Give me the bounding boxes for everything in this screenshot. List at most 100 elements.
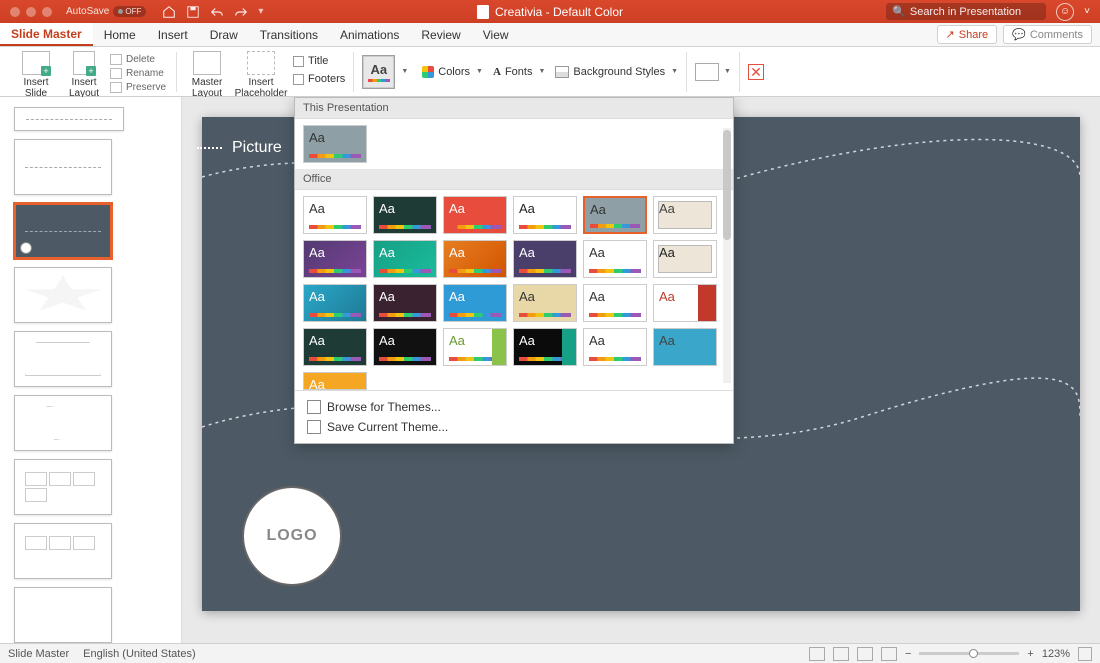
theme-tile[interactable]: Aa [373,284,437,322]
normal-view-button[interactable] [809,647,825,661]
theme-tile[interactable]: Aa [653,328,717,366]
minimize-window-icon[interactable] [26,7,36,17]
theme-tile[interactable]: Aa [303,125,367,163]
tab-animations[interactable]: Animations [329,23,410,46]
theme-tile[interactable]: Aa [373,240,437,278]
theme-tile[interactable]: Aa [513,284,577,322]
close-master-button[interactable]: ✕ [748,64,764,80]
fonts-dropdown[interactable]: AFonts▼ [493,66,545,78]
zoom-in-button[interactable]: + [1027,648,1033,660]
theme-tile[interactable]: Aa [303,328,367,366]
share-button[interactable]: ↗Share [937,25,998,44]
background-styles-dropdown[interactable]: Background Styles▼ [555,66,678,78]
save-theme-button[interactable]: Save Current Theme... [295,417,733,437]
slide-size-dropdown[interactable]: ▼ [695,63,731,81]
folder-icon [307,400,321,414]
fit-to-window-button[interactable] [1078,647,1092,661]
theme-tile[interactable]: Aa [583,328,647,366]
delete-button[interactable]: Delete [108,53,168,66]
theme-tile[interactable]: Aa [513,240,577,278]
background-icon [555,66,569,78]
insert-layout-button[interactable]: + Insert Layout [64,51,104,99]
theme-tile[interactable]: Aa [303,240,367,278]
autosave-toggle[interactable]: AutoSave OFF [66,6,146,17]
themes-dropdown-panel: This Presentation Aa Office AaAaAaAaAaAa… [294,97,734,444]
section-this-presentation: This Presentation [295,98,733,119]
theme-tile[interactable]: Aa [303,196,367,234]
master-thumbnail[interactable] [0,103,181,135]
theme-tile[interactable]: Aa [443,284,507,322]
theme-tile[interactable]: Aa [513,328,577,366]
tab-insert[interactable]: Insert [147,23,199,46]
theme-tile[interactable]: Aa [303,372,367,390]
colors-dropdown[interactable]: Colors▼ [422,66,483,78]
theme-tile[interactable]: Aa [583,284,647,322]
themes-gallery-button[interactable]: Aa [362,55,395,89]
theme-tile[interactable]: Aa [443,196,507,234]
dropdown-scrollbar[interactable] [723,128,731,383]
theme-tile[interactable]: Aa [653,196,717,234]
ribbon-tabs: Slide MasterHomeInsertDrawTransitionsAni… [0,23,1100,47]
footers-checkbox[interactable]: Footers [293,73,345,85]
theme-tile[interactable]: Aa [373,328,437,366]
save-icon[interactable] [186,5,200,19]
theme-tile[interactable]: Aa [583,240,647,278]
slideshow-view-button[interactable] [881,647,897,661]
picture-placeholder-label[interactable]: Picture [232,139,282,157]
layout-thumbnail[interactable] [0,391,181,455]
rename-button[interactable]: Rename [108,67,168,80]
status-bar: Slide Master English (United States) − +… [0,643,1100,663]
zoom-out-button[interactable]: − [905,648,911,660]
tab-slide-master[interactable]: Slide Master [0,23,93,46]
slide-canvas-area[interactable]: Picture LOGO This Presentation Aa Office… [182,97,1100,643]
layout-thumbnail[interactable] [0,519,181,583]
theme-tile[interactable]: Aa [303,284,367,322]
home-icon[interactable] [162,5,176,19]
workspace: Picture LOGO This Presentation Aa Office… [0,97,1100,643]
insert-placeholder-button[interactable]: Insert Placeholder [233,51,289,99]
theme-tile[interactable]: Aa [653,284,717,322]
layout-thumbnail[interactable] [0,263,181,327]
theme-tile[interactable]: Aa [653,240,717,278]
zoom-slider[interactable] [919,652,1019,655]
tab-home[interactable]: Home [93,23,147,46]
colors-icon [422,66,434,78]
layout-thumbnail[interactable] [0,327,181,391]
slide-thumbnails-pane[interactable] [0,97,182,643]
sorter-view-button[interactable] [833,647,849,661]
tab-draw[interactable]: Draw [199,23,249,46]
tab-transitions[interactable]: Transitions [249,23,329,46]
theme-tile[interactable]: Aa [373,196,437,234]
browse-themes-button[interactable]: Browse for Themes... [295,397,733,417]
status-language[interactable]: English (United States) [83,648,196,660]
theme-tile[interactable]: Aa [513,196,577,234]
search-icon: 🔍 [892,5,906,18]
theme-tile[interactable]: Aa [443,328,507,366]
reading-view-button[interactable] [857,647,873,661]
tab-view[interactable]: View [472,23,520,46]
chevron-down-icon[interactable]: ▼ [401,68,408,75]
title-checkbox[interactable]: Title [293,55,345,67]
undo-icon[interactable] [210,5,224,19]
layout-thumbnail[interactable] [0,583,181,643]
status-view-label: Slide Master [8,648,69,660]
theme-tile[interactable]: Aa [443,240,507,278]
zoom-window-icon[interactable] [42,7,52,17]
theme-tile[interactable]: Aa [583,196,647,234]
ribbon-options-icon[interactable]: ˅ [1084,6,1090,17]
quick-access-toolbar: ▾ [162,5,263,19]
logo-placeholder[interactable]: LOGO [242,486,342,586]
layout-thumbnail[interactable] [0,199,181,263]
master-layout-button[interactable]: Master Layout [185,51,229,99]
search-input[interactable]: 🔍 Search in Presentation [886,3,1046,20]
account-icon[interactable]: ☺ [1056,3,1074,21]
tab-review[interactable]: Review [410,23,471,46]
redo-icon[interactable] [234,5,248,19]
preserve-button[interactable]: Preserve [108,81,168,94]
zoom-level[interactable]: 123% [1042,648,1070,660]
qat-more-icon[interactable]: ▾ [258,6,263,17]
layout-thumbnail[interactable] [0,455,181,519]
close-window-icon[interactable] [10,7,20,17]
comments-button[interactable]: 💬Comments [1003,25,1092,44]
layout-thumbnail[interactable] [0,135,181,199]
